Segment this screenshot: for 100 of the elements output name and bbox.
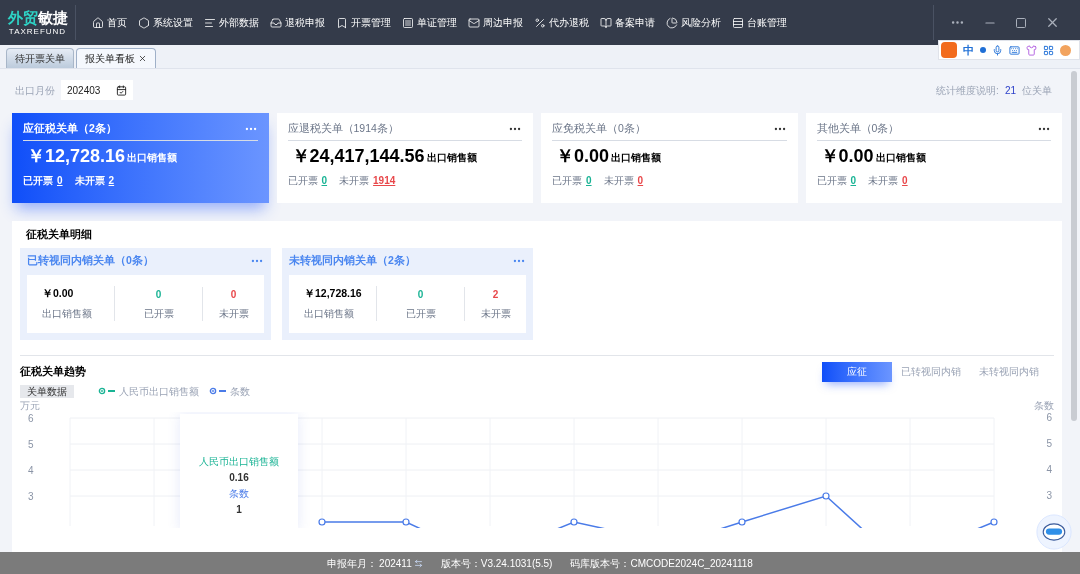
summary-card[interactable]: 应征税关单（2条） ￥12,728.16出口销售额 已开票 0 未开票 2 <box>12 113 269 203</box>
amount-unit: 出口销售额 <box>426 151 477 165</box>
unissued-count[interactable]: 2 <box>108 173 115 188</box>
issued-label: 已开票 <box>816 174 847 188</box>
amount-unit: 出口销售额 <box>611 151 662 165</box>
summary-card[interactable]: 应退税关单（1914条） ￥24,417,144.56 出口销售额 已开票 0 未开票 1914 <box>276 113 533 203</box>
unissued-count[interactable]: 2 <box>492 286 499 302</box>
bookmark-icon <box>336 16 348 29</box>
card-title: 应退税关单（1914条） <box>287 121 399 137</box>
close-icon[interactable] <box>138 54 147 63</box>
unissued-count[interactable]: 0 <box>637 173 644 188</box>
avatar-icon[interactable] <box>1060 44 1071 56</box>
inbox-icon <box>270 16 282 29</box>
nav-item[interactable]: 系统设置 <box>134 11 197 34</box>
detail-card-title: 未转视同内销关单（2条） <box>289 252 416 268</box>
code-version-text: 码库版本号：CMCODE2024C_20241118 <box>570 556 753 571</box>
ime-mode[interactable]: 中 <box>963 41 974 59</box>
filter-label: 出口月份 <box>15 83 55 98</box>
unissued-count[interactable]: 0 <box>902 173 908 188</box>
ime-logo-icon[interactable] <box>941 42 957 58</box>
tooltip-label: 人民币出口销售额 <box>199 454 279 469</box>
axis-tick-label: 4 <box>28 464 34 476</box>
card-title: 其他关单（0条） <box>816 121 900 137</box>
axis-tick-label: 6 <box>1046 411 1052 425</box>
nav-item[interactable]: 台账管理 <box>728 11 791 34</box>
unissued-label: 未开票 <box>480 306 511 321</box>
data-tag: 关单数据 <box>20 384 74 398</box>
version-text: 版本号：V3.24.1031(5.5) <box>440 556 553 571</box>
rows-icon <box>732 16 744 29</box>
page-tab[interactable]: 待开票关单 <box>6 48 74 68</box>
nav-item[interactable]: 代办退税 <box>530 11 593 34</box>
nav-item[interactable]: 备案申请 <box>596 11 659 34</box>
card-amount: ￥12,728.16 <box>27 145 126 167</box>
axis-tick-label: 3 <box>1046 489 1052 503</box>
issued-label: 已开票 <box>405 306 436 321</box>
detail-amount-label: 出口销售额 <box>42 307 93 322</box>
unissued-label: 未开票 <box>218 306 249 321</box>
issued-count[interactable]: 0 <box>57 173 63 188</box>
section-title: 征税关单明细 <box>26 227 93 242</box>
card-amount: ￥0.00 <box>556 145 610 167</box>
note-unit: 位关单 <box>1022 83 1052 98</box>
keyboard-icon[interactable] <box>1009 44 1020 56</box>
nav-item[interactable]: 首页 <box>88 11 131 34</box>
pie-chart-icon <box>666 16 678 29</box>
axis-tick-label: 5 <box>1046 437 1052 451</box>
unissued-label: 未开票 <box>339 174 370 188</box>
shirt-icon[interactable] <box>1026 44 1037 56</box>
card-amount: ￥0.00 <box>820 145 874 167</box>
card-amount: ￥24,417,144.56 <box>291 145 425 167</box>
unissued-count[interactable]: 0 <box>230 286 237 302</box>
document-icon <box>402 16 414 29</box>
home-icon <box>92 16 104 29</box>
unissued-label: 未开票 <box>603 174 634 188</box>
legend-label: 人民币出口销售额 <box>119 384 199 399</box>
nav-item[interactable]: 单证管理 <box>398 11 461 34</box>
close-icon[interactable] <box>1045 15 1060 30</box>
nav-item[interactable]: 开票管理 <box>332 11 395 34</box>
punctuation-icon[interactable] <box>980 47 986 53</box>
amount-unit: 出口销售额 <box>127 151 178 165</box>
card-title: 应免税关单（0条） <box>552 121 646 137</box>
page-tab[interactable]: 报关单看板 <box>76 48 156 68</box>
note-label: 统计维度说明: <box>936 83 999 98</box>
logo-subtitle: TAXREFUND <box>8 26 67 37</box>
nav-item[interactable]: 周边申报 <box>464 11 527 34</box>
calendar-icon <box>116 84 127 96</box>
chart-tab[interactable]: 应征 <box>822 361 892 382</box>
axis-tick-label: 5 <box>28 438 34 450</box>
microphone-icon[interactable] <box>992 44 1003 56</box>
legend-label: 条数 <box>230 384 250 399</box>
detail-card-title: 已转视同内销关单（0条） <box>27 252 154 268</box>
book-icon <box>600 16 612 29</box>
unissued-count[interactable]: 1914 <box>373 173 396 188</box>
maximize-icon[interactable] <box>1015 16 1027 29</box>
issued-label: 已开票 <box>23 174 53 188</box>
section-title: 征税关单趋势 <box>20 363 86 379</box>
amount-unit: 出口销售额 <box>875 151 926 165</box>
issued-label: 已开票 <box>552 174 582 188</box>
mail-icon <box>468 16 480 29</box>
period-label: 申报年月： <box>327 556 378 571</box>
scroll-thumb[interactable] <box>1071 71 1077 421</box>
detail-amount: ￥12,728.16 <box>304 286 363 302</box>
axis-label: 条数 <box>1034 399 1054 412</box>
axis-tick-label: 3 <box>28 490 34 502</box>
axis-label: 万元 <box>20 399 40 412</box>
summary-card[interactable]: 其他关单（0条） ￥0.00 出口销售额 已开票 0 未开票 0 <box>805 113 1062 203</box>
tooltip-value: 0.16 <box>229 470 249 485</box>
nav-item[interactable]: 外部数据 <box>200 11 263 34</box>
tooltip-label: 条数 <box>229 486 249 501</box>
switch-icon[interactable] <box>413 558 423 568</box>
detail-amount: ￥0.00 <box>42 286 75 302</box>
hexagon-icon <box>138 16 150 29</box>
axis-tick-label: 6 <box>28 412 34 424</box>
card-title: 应征税关单（2条） <box>23 121 117 137</box>
grid-icon[interactable] <box>1043 44 1054 56</box>
tooltip-value: 1 <box>236 502 242 517</box>
nav-item[interactable]: 风险分析 <box>662 11 725 34</box>
axis-tick-label: 4 <box>1046 463 1052 477</box>
nav-item[interactable]: 退税申报 <box>266 11 329 34</box>
summary-card[interactable]: 应免税关单（0条） ￥0.00出口销售额 已开票 0 未开票 0 <box>541 113 798 203</box>
month-field[interactable]: 202403 <box>61 80 133 100</box>
